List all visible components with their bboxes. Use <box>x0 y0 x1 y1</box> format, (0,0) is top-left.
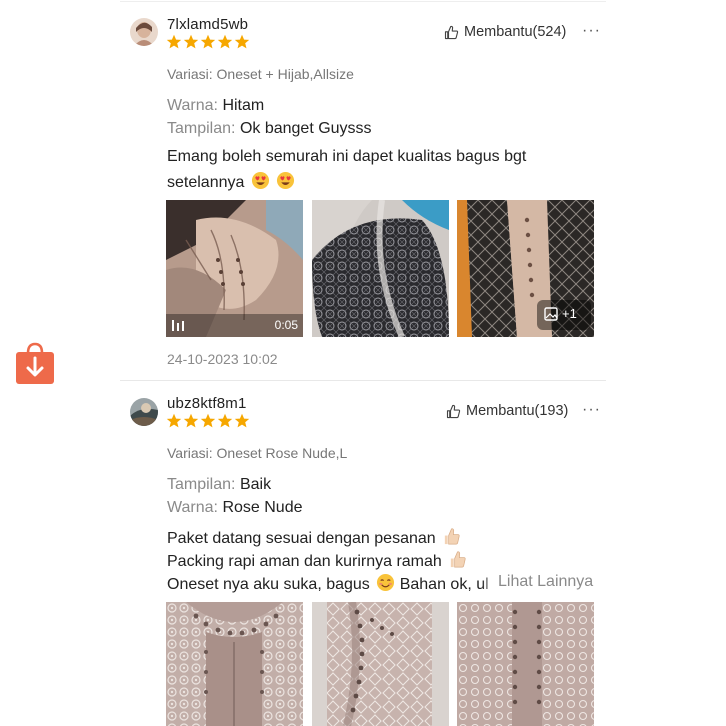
smiling-face-emoji-icon <box>377 573 395 592</box>
review-divider <box>120 380 606 381</box>
star-icon <box>217 413 233 428</box>
helpful-button[interactable]: Membantu(524) <box>444 24 566 40</box>
top-divider <box>120 1 606 2</box>
attribute-row: Tampilan: Ok banget Guysss <box>167 120 372 138</box>
review-text-line: Emang boleh semurah ini dapet kualitas b… <box>167 148 526 166</box>
review-text-line: setelannya <box>167 171 295 192</box>
star-icon <box>183 34 199 49</box>
attribute-key: Warna: <box>167 97 218 114</box>
attribute-value: Baik <box>239 476 272 493</box>
thumbs-up-icon <box>444 25 459 39</box>
star-icon <box>166 413 182 428</box>
thumbs-up-icon <box>446 404 461 418</box>
avatar[interactable] <box>130 18 158 46</box>
thumbs-up-emoji-icon <box>451 551 466 568</box>
star-icon <box>166 34 182 49</box>
variant-label: Variasi: Oneset + Hijab,Allsize <box>167 66 354 82</box>
star-rating <box>166 413 250 429</box>
star-icon <box>234 413 250 428</box>
see-more-link[interactable]: Lihat Lainnya <box>482 573 594 591</box>
thumbs-up-emoji-icon <box>444 528 460 545</box>
helpful-button[interactable]: Membantu(193) <box>446 403 568 419</box>
star-rating <box>166 34 250 50</box>
attribute-value: Hitam <box>222 97 265 114</box>
username[interactable]: 7lxlamd5wb <box>167 16 248 33</box>
more-options-icon[interactable]: ··· <box>582 22 601 40</box>
review-photo-thumbnail[interactable] <box>312 602 449 726</box>
review-text: Bahan ok, ul <box>399 576 489 593</box>
username[interactable]: ubz8ktf8m1 <box>167 395 247 412</box>
helpful-count: Membantu(524) <box>464 24 567 40</box>
more-options-icon[interactable]: ··· <box>582 401 601 419</box>
attribute-value: Ok banget Guysss <box>239 120 372 137</box>
review-video-thumbnail[interactable]: 0:05 <box>166 200 303 337</box>
review-photo-thumbnail[interactable] <box>312 200 449 337</box>
review-text-line: Packing rapi aman dan kurirnya ramah <box>167 550 467 571</box>
review-text: Paket datang sesuai dengan pesanan <box>167 530 436 547</box>
attribute-key: Tampilan: <box>167 120 236 137</box>
shopping-bag-icon[interactable] <box>15 341 55 385</box>
attribute-row: Warna: Rose Nude <box>167 499 302 517</box>
review-photo-thumbnail[interactable] <box>457 602 594 726</box>
review-text: Emang boleh semurah ini dapet kualitas b… <box>167 148 527 165</box>
heart-eyes-emoji-icon <box>251 171 269 190</box>
review-photo-thumbnail[interactable] <box>166 602 303 726</box>
heart-eyes-emoji-icon <box>277 171 295 190</box>
attribute-row: Tampilan: Baik <box>167 476 271 494</box>
review-photo-thumbnail[interactable]: +1 <box>457 200 594 337</box>
helpful-count: Membantu(193) <box>466 403 569 419</box>
review-text-line: Oneset nya aku suka, bagus Bahan ok, ul <box>167 573 489 594</box>
review-text-line: Paket datang sesuai dengan pesanan <box>167 527 461 548</box>
review-text: Oneset nya aku suka, bagus <box>167 576 370 593</box>
avatar[interactable] <box>130 398 158 426</box>
video-duration: 0:05 <box>274 318 298 332</box>
attribute-value: Rose Nude <box>222 499 303 516</box>
star-icon <box>217 34 233 49</box>
attribute-key: Tampilan: <box>167 476 236 493</box>
review-timestamp: 24-10-2023 10:02 <box>167 351 278 367</box>
star-icon <box>200 34 216 49</box>
variant-label: Variasi: Oneset Rose Nude,L <box>167 445 348 461</box>
review-text: setelannya <box>167 174 245 191</box>
attribute-row: Warna: Hitam <box>167 97 264 115</box>
attribute-key: Warna: <box>167 499 218 516</box>
star-icon <box>183 413 199 428</box>
star-icon <box>200 413 216 428</box>
star-icon <box>234 34 250 49</box>
more-media-count: +1 <box>562 306 577 321</box>
review-text: Packing rapi aman dan kurirnya ramah <box>167 553 442 570</box>
